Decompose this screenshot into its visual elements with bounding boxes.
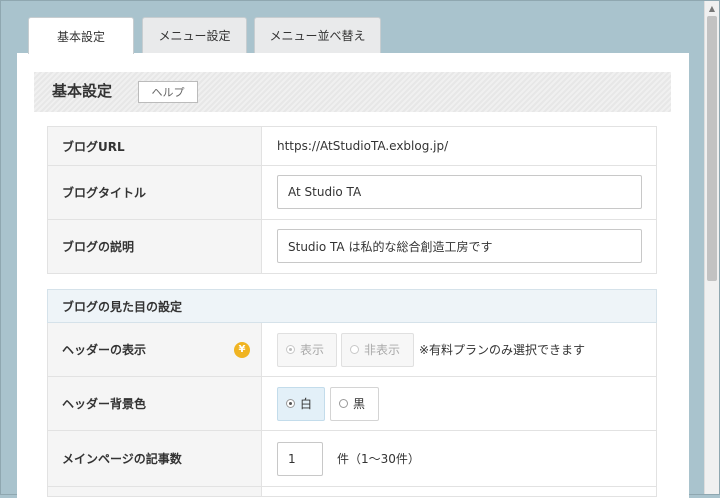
blog-title-input[interactable]: At Studio TA	[277, 175, 642, 209]
blog-title-label: ブログタイトル	[48, 166, 262, 219]
header-bg-row: ヘッダー背景色 白 黒	[47, 377, 657, 431]
header-hide-option: 非表示	[341, 332, 414, 367]
blog-description-input[interactable]: Studio TA は私的な総合創造工房です	[277, 229, 642, 263]
blog-description-label: ブログの説明	[48, 220, 262, 273]
vertical-scrollbar[interactable]: ▲	[704, 1, 719, 494]
radio-icon	[286, 345, 295, 354]
tab-label: メニュー設定	[158, 29, 231, 43]
yen-coin-icon: ¥	[234, 341, 250, 358]
radio-icon	[350, 345, 359, 354]
posts-per-page-label: メインページの記事数	[48, 431, 262, 486]
radio-icon	[339, 399, 348, 408]
option-label: 非表示	[364, 343, 401, 357]
blog-url-value: https://AtStudioTA.exblog.jp/	[277, 139, 449, 153]
option-label: 白	[300, 397, 313, 411]
scroll-up-arrow-icon[interactable]: ▲	[705, 1, 719, 15]
header-show-option: 表示	[277, 332, 337, 367]
blog-url-row: ブログURL https://AtStudioTA.exblog.jp/	[47, 126, 657, 166]
posts-per-page-row: メインページの記事数 1 件（1〜30件）	[47, 431, 657, 487]
blog-url-label: ブログURL	[48, 127, 262, 165]
tab-menu-reorder[interactable]: メニュー並べ替え	[254, 17, 381, 53]
header-display-text: ヘッダーの表示	[62, 343, 147, 357]
header-display-row: ヘッダーの表示 ¥ 表示 非表示 ※有料プランのみ選択できます	[47, 323, 657, 377]
paid-plan-note: ※有料プランのみ選択できます	[419, 343, 586, 357]
header-bg-white-option[interactable]: 白	[277, 386, 325, 421]
tab-basic-settings[interactable]: 基本設定	[28, 17, 134, 54]
posts-per-page-unit: 件（1〜30件）	[337, 452, 420, 466]
option-label: 黒	[353, 397, 366, 411]
page-title: 基本設定	[52, 82, 113, 100]
blog-description-row: ブログの説明 Studio TA は私的な総合創造工房です	[47, 220, 657, 274]
appearance-heading: ブログの見た目の設定	[47, 289, 657, 323]
radio-icon	[286, 399, 295, 408]
help-button[interactable]: ヘルプ	[138, 81, 198, 103]
next-row	[47, 487, 657, 497]
scroll-thumb[interactable]	[707, 16, 717, 281]
section-header	[34, 72, 671, 112]
option-label: 表示	[300, 343, 325, 357]
tab-menu-settings[interactable]: メニュー設定	[142, 17, 247, 53]
posts-per-page-input[interactable]: 1	[277, 441, 323, 476]
header-display-label: ヘッダーの表示 ¥	[48, 323, 262, 376]
tab-label: 基本設定	[56, 29, 105, 44]
blog-title-row: ブログタイトル At Studio TA	[47, 166, 657, 220]
tab-label: メニュー並べ替え	[269, 29, 366, 43]
header-bg-label: ヘッダー背景色	[48, 377, 262, 430]
header-bg-black-option[interactable]: 黒	[330, 386, 379, 421]
